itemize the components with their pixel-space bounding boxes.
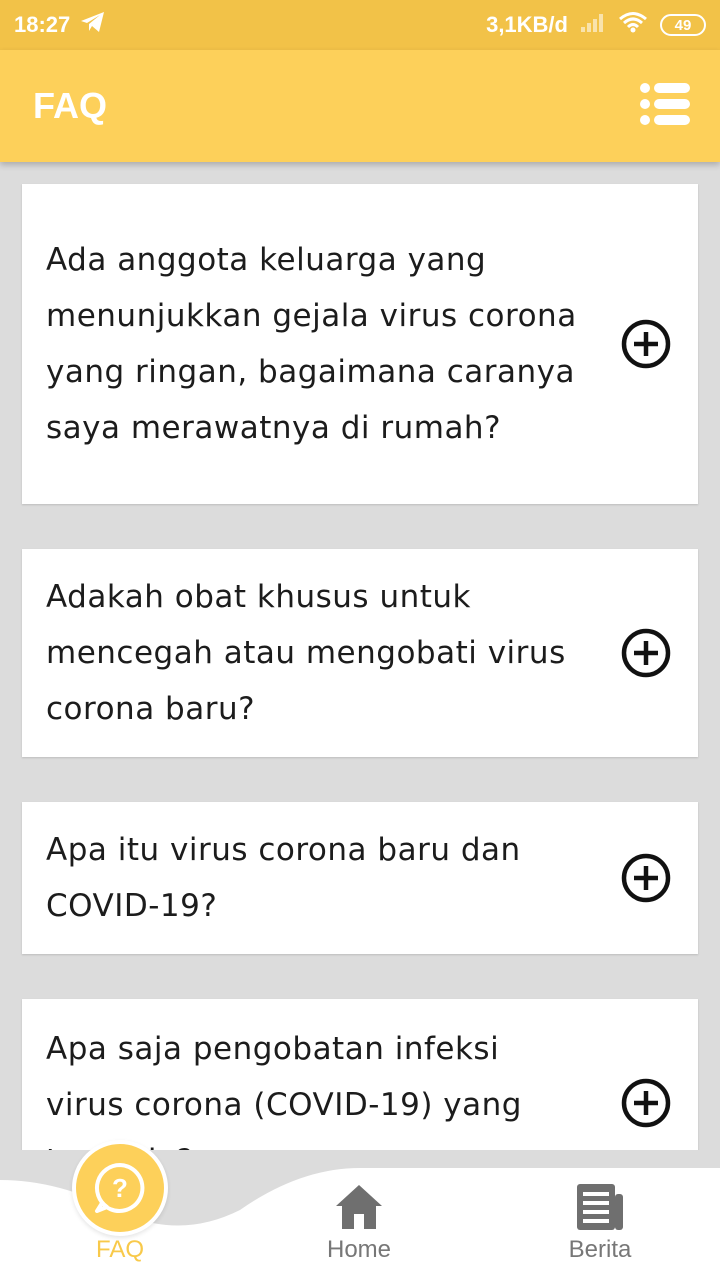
wifi-icon	[618, 11, 648, 39]
telegram-icon	[80, 11, 106, 39]
faq-item[interactable]: Ada anggota keluarga yang menunjukkan ge…	[22, 184, 698, 504]
question-bubble-icon: ?	[94, 1162, 145, 1213]
status-left: 18:27	[14, 11, 106, 39]
faq-list[interactable]: Ada anggota keluarga yang menunjukkan ge…	[0, 162, 720, 1150]
faq-question: Ada anggota keluarga yang menunjukkan ge…	[46, 242, 577, 446]
battery-level: 49	[674, 16, 692, 34]
app-bar: FAQ	[0, 50, 720, 162]
faq-item[interactable]: Apa saja pengobatan infeksi virus corona…	[22, 999, 698, 1150]
faq-question: Apa saja pengobatan infeksi virus corona…	[46, 1031, 522, 1150]
expand-plus-icon[interactable]	[620, 852, 672, 904]
status-bar: 18:27 3,1KB/d 49	[0, 0, 720, 50]
expand-plus-icon[interactable]	[620, 318, 672, 370]
list-menu-icon[interactable]	[640, 83, 690, 129]
status-right: 3,1KB/d 49	[486, 11, 706, 39]
network-speed: 3,1KB/d	[486, 12, 568, 37]
bottom-navigation: ? FAQ Home Berita	[0, 1140, 720, 1280]
svg-text:?: ?	[112, 1173, 128, 1203]
faq-question: Adakah obat khusus untuk mencegah atau m…	[46, 579, 566, 727]
faq-item[interactable]: Adakah obat khusus untuk mencegah atau m…	[22, 549, 698, 757]
page-title: FAQ	[33, 85, 108, 126]
faq-question: Apa itu virus corona baru dan COVID-19?	[46, 832, 521, 924]
nav-label-home[interactable]: Home	[279, 1236, 439, 1264]
battery-icon: 49	[660, 14, 706, 36]
status-time: 18:27	[14, 12, 71, 37]
news-icon[interactable]	[575, 1182, 625, 1232]
signal-icon	[580, 12, 606, 38]
expand-plus-icon[interactable]	[620, 1077, 672, 1129]
nav-label-faq[interactable]: FAQ	[40, 1236, 200, 1264]
nav-label-berita[interactable]: Berita	[520, 1236, 680, 1264]
home-icon[interactable]	[334, 1182, 384, 1232]
faq-item[interactable]: Apa itu virus corona baru dan COVID-19?	[22, 802, 698, 954]
nav-item-faq[interactable]: ?	[72, 1140, 168, 1236]
expand-plus-icon[interactable]	[620, 627, 672, 679]
